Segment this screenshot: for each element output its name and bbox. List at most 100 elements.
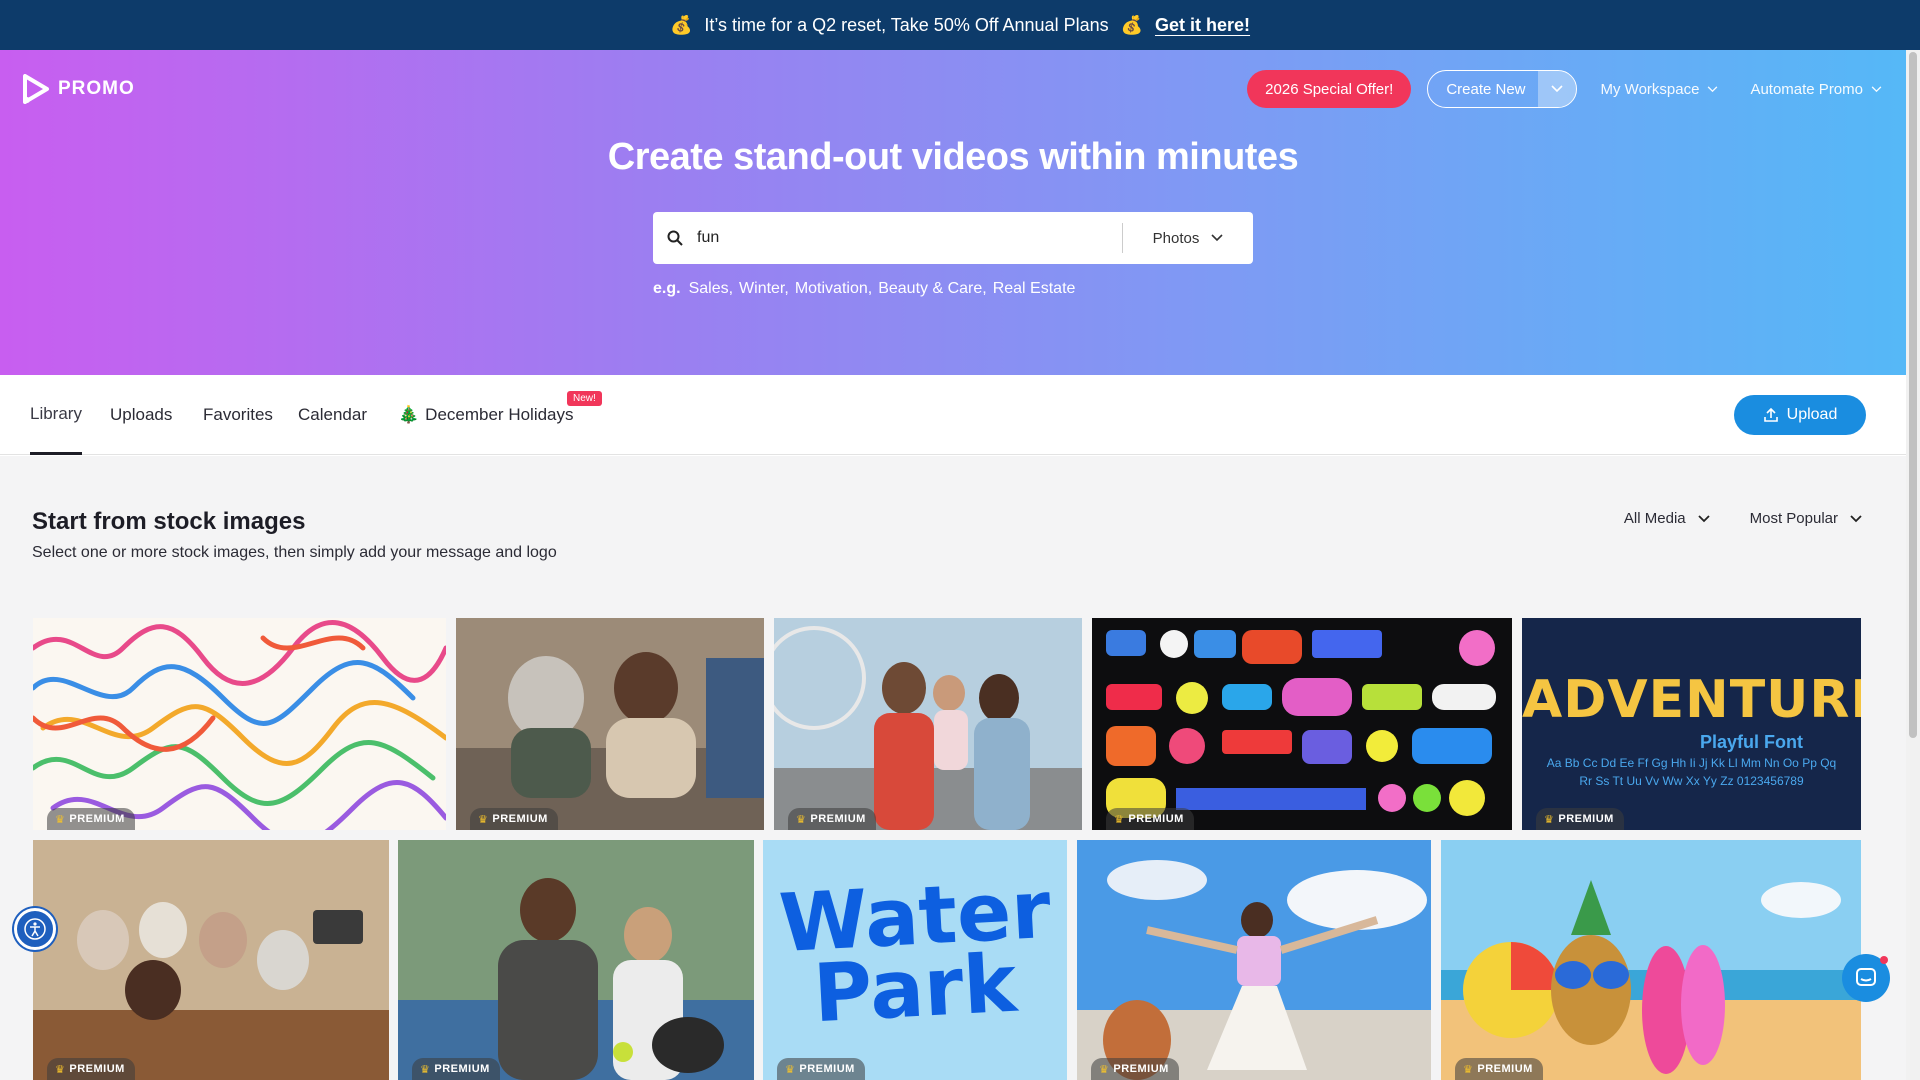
suggestion-winter[interactable]: Winter,	[739, 280, 789, 298]
search-icon[interactable]	[653, 230, 697, 246]
sticker-pack-image	[1092, 618, 1512, 830]
section-title: Start from stock images	[32, 508, 306, 535]
suggestion-real-estate[interactable]: Real Estate	[993, 280, 1076, 298]
suggestion-motivation[interactable]: Motivation,	[795, 280, 872, 298]
chevron-down-icon	[1871, 85, 1882, 92]
search-input[interactable]	[697, 212, 1122, 264]
crown-icon: ♛	[796, 813, 807, 826]
premium-label: PREMIUM	[69, 813, 125, 825]
money-bag-icon: 💰	[1120, 14, 1144, 35]
chevron-down-icon	[1708, 85, 1718, 92]
special-offer-button[interactable]: 2026 Special Offer!	[1247, 70, 1412, 108]
premium-badge: ♛ PREMIUM	[412, 1058, 500, 1080]
stock-image-tile[interactable]: ♛ PREMIUM	[1092, 618, 1512, 830]
promo-banner: 💰 It’s time for a Q2 reset, Take 50% Off…	[0, 0, 1920, 50]
premium-label: PREMIUM	[799, 1063, 855, 1075]
scrollbar-thumb[interactable]	[1909, 52, 1917, 738]
chevron-down-icon	[1211, 234, 1223, 242]
tab-uploads[interactable]: Uploads	[110, 375, 172, 455]
money-bag-icon: 💰	[669, 14, 693, 35]
premium-badge: ♛ PREMIUM	[47, 1058, 135, 1080]
media-filter-dropdown[interactable]: All Media	[1624, 510, 1710, 527]
media-type-select[interactable]: Photos	[1123, 230, 1253, 247]
colorful-loops-image	[33, 620, 446, 830]
promo-logo[interactable]: PROMO	[22, 74, 135, 104]
woman-jumping-sky-image	[1077, 840, 1431, 1080]
chevron-down-icon[interactable]	[1537, 71, 1576, 107]
chevron-down-icon	[1850, 514, 1862, 522]
adventure-title: ADVENTURE	[1522, 670, 1861, 730]
promo-banner-text: It’s time for a Q2 reset, Take 50% Off A…	[704, 14, 1109, 35]
new-badge: New!	[567, 391, 602, 406]
premium-badge: ♛ PREMIUM	[788, 808, 876, 830]
crown-icon: ♛	[478, 813, 489, 826]
hero-section: PROMO 2026 Special Offer! Create New My …	[0, 50, 1906, 375]
stock-image-tile[interactable]: ♛ PREMIUM	[1077, 840, 1431, 1080]
seniors-selfie-image	[33, 840, 389, 1080]
family-at-fair-image	[774, 618, 1082, 830]
stock-image-tile[interactable]: ♛ PREMIUM	[456, 618, 764, 830]
chat-launcher-button[interactable]	[1842, 954, 1890, 1002]
header-nav: 2026 Special Offer! Create New My Worksp…	[1247, 70, 1890, 108]
chat-icon	[1856, 968, 1876, 986]
sort-dropdown[interactable]: Most Popular	[1750, 510, 1862, 527]
waterpark-title-line2: Park	[811, 936, 1019, 1041]
tab-library[interactable]: Library	[30, 375, 82, 455]
crown-icon: ♛	[420, 1063, 431, 1076]
page-scrollbar[interactable]	[1906, 50, 1920, 1080]
tab-december-holidays[interactable]: 🎄 December Holidays	[398, 375, 574, 455]
chevron-down-icon	[1697, 514, 1710, 522]
premium-badge: ♛ PREMIUM	[470, 808, 558, 830]
create-new-label[interactable]: Create New	[1428, 71, 1537, 107]
tab-favorites[interactable]: Favorites	[203, 375, 273, 455]
stock-image-tile[interactable]: ADVENTURE Playful Font Aa Bb Cc Dd Ee Ff…	[1522, 618, 1861, 830]
premium-label: PREMIUM	[1128, 813, 1184, 825]
tree-icon: 🎄	[398, 405, 420, 424]
promo-logo-icon	[22, 74, 50, 104]
create-new-button[interactable]: Create New	[1427, 70, 1577, 108]
automate-promo-menu[interactable]: Automate Promo	[1742, 81, 1890, 98]
premium-label: PREMIUM	[810, 813, 866, 825]
search-bar: Photos	[653, 212, 1253, 264]
premium-badge: ♛ PREMIUM	[777, 1058, 865, 1080]
crown-icon: ♛	[785, 1063, 796, 1076]
media-type-value: Photos	[1152, 229, 1200, 247]
sort-label: Most Popular	[1749, 510, 1838, 527]
beach-pineapple-image	[1441, 840, 1861, 1080]
media-filter-label: All Media	[1623, 510, 1686, 527]
filters: All Media Most Popular	[1624, 510, 1862, 527]
hero-title: Create stand-out videos within minutes	[607, 136, 1299, 178]
adventure-subtitle: Playful Font	[1700, 732, 1803, 752]
upload-button[interactable]: Upload	[1734, 395, 1866, 435]
my-workspace-label: My Workspace	[1600, 80, 1700, 98]
my-workspace-menu[interactable]: My Workspace	[1593, 81, 1727, 98]
crown-icon: ♛	[1114, 813, 1125, 826]
accessibility-button[interactable]	[14, 908, 56, 950]
stock-image-tile[interactable]: ♛ PREMIUM	[33, 618, 446, 830]
friends-playing-cards-image	[456, 618, 764, 830]
crown-icon: ♛	[1544, 813, 1555, 826]
premium-label: PREMIUM	[434, 1063, 490, 1075]
premium-badge: ♛ PREMIUM	[1091, 1058, 1179, 1080]
stock-image-tile[interactable]: ♛ PREMIUM	[33, 840, 389, 1080]
premium-badge: ♛ PREMIUM	[47, 808, 135, 830]
suggestion-beauty-care[interactable]: Beauty & Care,	[878, 280, 987, 298]
suggestion-sales[interactable]: Sales,	[689, 280, 733, 298]
stock-image-tile[interactable]: ♛ PREMIUM	[774, 618, 1082, 830]
automate-promo-label: Automate Promo	[1750, 80, 1863, 98]
crown-icon: ♛	[1463, 1063, 1474, 1076]
tab-december-holidays-label: December Holidays	[425, 405, 574, 424]
premium-label: PREMIUM	[1477, 1063, 1533, 1075]
stock-image-tile[interactable]: Water Park ♛ PREMIUM	[763, 840, 1067, 1080]
stock-image-tile[interactable]: ♛ PREMIUM	[1441, 840, 1861, 1080]
adventure-alphabet-1: Aa Bb Cc Dd Ee Ff Gg Hh Ii Jj Kk Ll Mm N…	[1546, 756, 1837, 770]
premium-badge: ♛ PREMIUM	[1536, 808, 1624, 830]
tab-calendar[interactable]: Calendar	[298, 375, 367, 455]
promo-cta-link[interactable]: Get it here!	[1155, 15, 1250, 36]
suggestions-label: e.g.	[653, 280, 681, 297]
premium-label: PREMIUM	[1558, 813, 1614, 825]
section-subtitle: Select one or more stock images, then si…	[32, 544, 557, 561]
premium-label: PREMIUM	[492, 813, 548, 825]
stock-image-tile[interactable]: ♛ PREMIUM	[398, 840, 754, 1080]
premium-label: PREMIUM	[1113, 1063, 1169, 1075]
